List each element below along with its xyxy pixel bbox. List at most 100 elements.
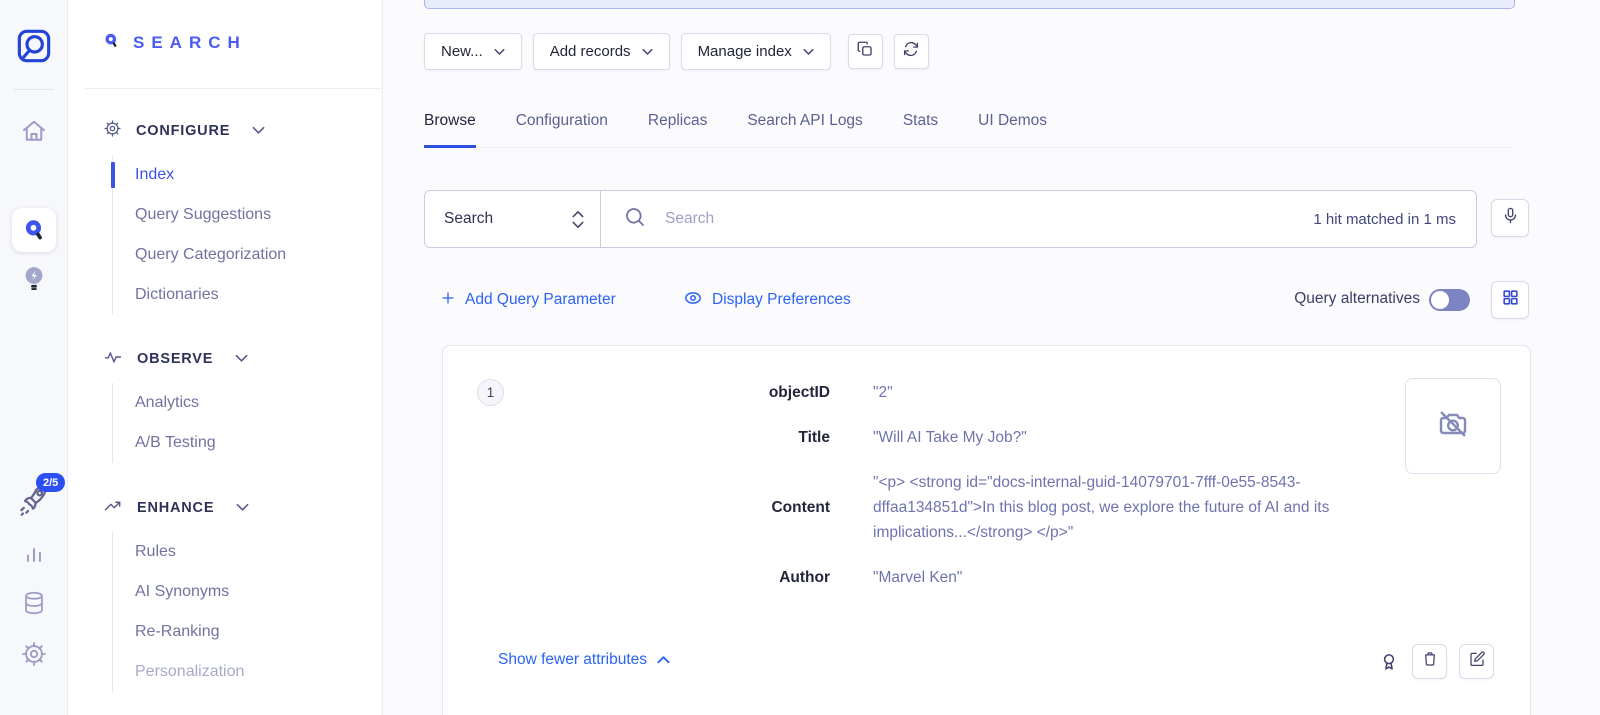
sidebar-item-query-categorization[interactable]: Query Categorization xyxy=(135,235,374,275)
refresh-icon xyxy=(902,40,920,63)
edit-pencil-icon xyxy=(1468,650,1486,673)
index-toolbar: New... Add records Manage index xyxy=(424,33,929,70)
sidebar-item-query-suggestions[interactable]: Query Suggestions xyxy=(135,195,374,235)
section-configure-label: CONFIGURE xyxy=(136,123,230,139)
copy-icon xyxy=(856,40,874,63)
field-value: "2" xyxy=(873,380,1400,405)
sidebar-item-rules[interactable]: Rules xyxy=(135,532,374,572)
tab-stats[interactable]: Stats xyxy=(903,104,938,148)
product-sidebar: SEARCH CONFIGURE Index Query Suggestion xyxy=(68,0,383,715)
index-selector-bar-partial[interactable] xyxy=(424,0,1515,9)
section-configure: CONFIGURE Index Query Suggestions Query … xyxy=(103,117,374,315)
sidebar-item-analytics[interactable]: Analytics xyxy=(135,383,374,423)
chevron-down-icon xyxy=(235,350,248,368)
home-icon[interactable] xyxy=(19,116,49,146)
new-button[interactable]: New... xyxy=(424,33,522,70)
new-button-label: New... xyxy=(441,43,483,60)
chevron-down-icon xyxy=(494,48,505,56)
configure-gear-icon xyxy=(103,119,122,143)
section-enhance-header[interactable]: ENHANCE xyxy=(103,494,374,522)
enhance-items: Rules AI Synonyms Re-Ranking Personaliza… xyxy=(112,532,374,692)
observe-items: Analytics A/B Testing xyxy=(112,383,374,463)
hit-actions xyxy=(1378,644,1494,679)
recommend-lightbulb-icon[interactable] xyxy=(20,263,48,295)
sidebar-title: SEARCH xyxy=(133,33,247,53)
field-value: "Will AI Take My Job?" xyxy=(873,425,1400,450)
database-icon[interactable] xyxy=(20,588,48,618)
refresh-button[interactable] xyxy=(894,34,929,69)
analytics-bars-icon[interactable] xyxy=(21,541,47,567)
search-input-area: 1 hit matched in 1 ms xyxy=(601,191,1476,247)
selector-up-down-icon xyxy=(572,210,584,229)
field-name: Content xyxy=(443,499,830,517)
sidebar-item-personalization[interactable]: Personalization xyxy=(135,652,374,692)
search-type-selector[interactable]: Search xyxy=(425,191,601,247)
field-value: "Marvel Ken" xyxy=(873,565,1400,590)
field-value: "<p> <strong id="docs-internal-guid-1407… xyxy=(873,470,1400,545)
field-row-author: Author "Marvel Ken" xyxy=(443,565,1530,590)
algolia-logo-icon[interactable] xyxy=(14,26,54,66)
trash-icon xyxy=(1421,650,1439,673)
sidebar-item-re-ranking[interactable]: Re-Ranking xyxy=(135,612,374,652)
search-product-icon[interactable] xyxy=(12,208,56,252)
observe-pulse-icon xyxy=(103,347,123,372)
voice-search-button[interactable] xyxy=(1491,199,1529,237)
field-row-content: Content "<p> <strong id="docs-internal-g… xyxy=(443,470,1530,545)
copy-index-button[interactable] xyxy=(848,34,883,69)
configure-items: Index Query Suggestions Query Categoriza… xyxy=(112,155,374,315)
manage-index-button[interactable]: Manage index xyxy=(681,33,831,70)
search-magnifier-filled-icon xyxy=(103,32,120,54)
toggle-knob xyxy=(1431,291,1449,309)
browse-search-bar: Search 1 hit matched in 1 ms xyxy=(424,190,1477,248)
rail-divider xyxy=(14,89,54,90)
sidebar-item-ab-testing[interactable]: A/B Testing xyxy=(135,423,374,463)
section-configure-header[interactable]: CONFIGURE xyxy=(103,117,374,145)
image-off-icon xyxy=(1435,406,1471,447)
search-input[interactable] xyxy=(665,210,1313,228)
edit-record-button[interactable] xyxy=(1459,644,1494,679)
field-row-title: Title "Will AI Take My Job?" xyxy=(443,425,1530,450)
algolia-dashboard: 2/5 xyxy=(0,0,1600,715)
settings-gear-icon[interactable] xyxy=(20,640,48,668)
query-alternatives-label: Query alternatives xyxy=(1294,290,1420,308)
section-observe: OBSERVE Analytics A/B Testing xyxy=(103,345,374,463)
field-row-objectid: objectID "2" xyxy=(443,380,1530,405)
add-records-button[interactable]: Add records xyxy=(533,33,670,70)
section-observe-header[interactable]: OBSERVE xyxy=(103,345,374,373)
add-records-label: Add records xyxy=(550,43,631,60)
add-query-parameter-label: Add Query Parameter xyxy=(465,291,616,309)
grid-icon xyxy=(1501,288,1520,312)
chevron-down-icon xyxy=(642,48,653,56)
tab-replicas[interactable]: Replicas xyxy=(648,104,707,148)
sidebar-item-index[interactable]: Index xyxy=(135,155,374,195)
show-fewer-label: Show fewer attributes xyxy=(498,651,647,669)
sidebar-item-ai-synonyms[interactable]: AI Synonyms xyxy=(135,572,374,612)
delete-record-button[interactable] xyxy=(1412,644,1447,679)
tab-search-api-logs[interactable]: Search API Logs xyxy=(747,104,862,148)
layout-grid-button[interactable] xyxy=(1491,281,1529,319)
show-fewer-attributes-link[interactable]: Show fewer attributes xyxy=(498,651,670,669)
display-preferences-link[interactable]: Display Preferences xyxy=(683,288,851,312)
ranking-info-award-icon[interactable] xyxy=(1378,651,1400,673)
search-type-value: Search xyxy=(444,210,493,228)
chevron-down-icon xyxy=(236,499,249,517)
tab-browse[interactable]: Browse xyxy=(424,104,476,148)
eye-icon xyxy=(683,288,703,313)
microphone-icon xyxy=(1501,206,1520,230)
hit-card: 1 objectID "2" Title "Will AI Take My Jo… xyxy=(442,345,1531,715)
section-enhance-label: ENHANCE xyxy=(137,500,214,516)
field-name: Author xyxy=(443,569,830,587)
tab-ui-demos[interactable]: UI Demos xyxy=(978,104,1047,148)
hit-fields: objectID "2" Title "Will AI Take My Job?… xyxy=(443,380,1530,610)
display-preferences-label: Display Preferences xyxy=(712,291,851,309)
add-query-parameter-link[interactable]: Add Query Parameter xyxy=(440,288,616,312)
tab-configuration[interactable]: Configuration xyxy=(516,104,608,148)
enhance-trend-up-icon xyxy=(103,496,123,521)
manage-index-label: Manage index xyxy=(698,43,792,60)
section-observe-label: OBSERVE xyxy=(137,351,213,367)
app-rail: 2/5 xyxy=(0,0,68,715)
sidebar-item-dictionaries[interactable]: Dictionaries xyxy=(135,275,374,315)
query-alternatives-toggle[interactable] xyxy=(1429,289,1470,311)
launch-progress-badge: 2/5 xyxy=(36,473,65,492)
sidebar-divider xyxy=(85,88,382,89)
